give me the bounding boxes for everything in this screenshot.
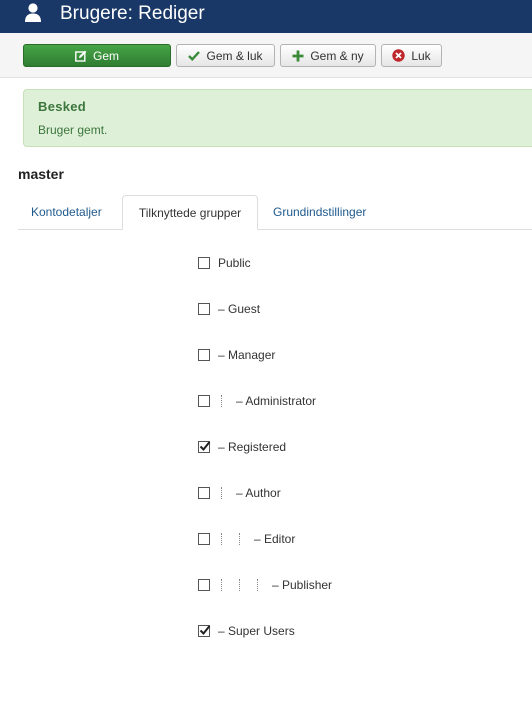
group-checkbox-manager[interactable] bbox=[198, 349, 210, 361]
group-registered[interactable]: – Registered bbox=[198, 440, 286, 454]
group-checkbox-administrator[interactable] bbox=[198, 395, 210, 407]
group-checkbox-guest[interactable] bbox=[198, 303, 210, 315]
indent-guide bbox=[216, 394, 234, 408]
plus-icon bbox=[292, 50, 304, 62]
group-manager[interactable]: – Manager bbox=[198, 348, 275, 362]
group-checkbox-author[interactable] bbox=[198, 487, 210, 499]
group-label: – Manager bbox=[218, 348, 276, 362]
save-close-button[interactable]: Gem & luk bbox=[176, 44, 275, 67]
group-label: – Administrator bbox=[236, 394, 317, 408]
save-button[interactable]: Gem bbox=[23, 44, 171, 67]
close-button[interactable]: Luk bbox=[381, 44, 442, 67]
group-guest[interactable]: – Guest bbox=[198, 302, 260, 316]
indent-guide bbox=[216, 578, 234, 592]
indent-guide bbox=[216, 486, 234, 500]
tab-assigned-groups[interactable]: Tilknyttede grupper bbox=[122, 195, 258, 230]
group-public[interactable]: Public bbox=[198, 256, 251, 270]
tab-basic-settings[interactable]: Grundindstillinger bbox=[273, 195, 366, 229]
group-publisher[interactable]: – Publisher bbox=[198, 578, 332, 592]
group-editor[interactable]: – Editor bbox=[198, 532, 295, 546]
header-bar: Brugere: Rediger bbox=[0, 0, 532, 33]
group-label: – Registered bbox=[218, 440, 287, 454]
group-super-users[interactable]: – Super Users bbox=[198, 624, 295, 638]
tabs-divider bbox=[18, 229, 532, 230]
checkmark-icon bbox=[199, 441, 211, 451]
message-heading: Besked bbox=[38, 99, 87, 114]
group-checkbox-publisher[interactable] bbox=[198, 579, 210, 591]
group-label: – Editor bbox=[254, 532, 296, 546]
page-title: Brugere: Rediger bbox=[60, 3, 205, 24]
check-icon bbox=[188, 50, 201, 61]
indent-guide bbox=[234, 578, 252, 592]
group-checkbox-editor[interactable] bbox=[198, 533, 210, 545]
checkmark-icon bbox=[199, 625, 211, 635]
group-label: – Guest bbox=[218, 302, 261, 316]
indent-guide bbox=[252, 578, 270, 592]
group-label: – Publisher bbox=[272, 578, 333, 592]
save-new-button-label: Gem & ny bbox=[310, 48, 364, 63]
group-checkbox-super-users[interactable] bbox=[198, 625, 211, 637]
group-administrator[interactable]: – Administrator bbox=[198, 394, 316, 408]
indent-guide bbox=[234, 532, 252, 546]
close-icon bbox=[392, 49, 406, 62]
group-label: – Author bbox=[236, 486, 281, 500]
group-checkbox-public[interactable] bbox=[198, 257, 210, 269]
save-close-button-label: Gem & luk bbox=[206, 48, 263, 63]
user-name: master bbox=[18, 166, 64, 182]
success-message: Besked Bruger gemt. bbox=[23, 89, 532, 147]
group-author[interactable]: – Author bbox=[198, 486, 281, 500]
edit-icon bbox=[75, 50, 87, 62]
group-label: – Super Users bbox=[218, 624, 295, 638]
close-button-label: Luk bbox=[411, 48, 431, 63]
group-label: Public bbox=[218, 256, 251, 270]
user-icon bbox=[24, 3, 42, 23]
save-button-label: Gem bbox=[92, 48, 119, 63]
save-new-button[interactable]: Gem & ny bbox=[280, 44, 376, 67]
tab-account-details[interactable]: Kontodetaljer bbox=[31, 195, 102, 229]
indent-guide bbox=[216, 532, 234, 546]
group-checkbox-registered[interactable] bbox=[198, 441, 211, 453]
message-text: Bruger gemt. bbox=[38, 123, 108, 137]
